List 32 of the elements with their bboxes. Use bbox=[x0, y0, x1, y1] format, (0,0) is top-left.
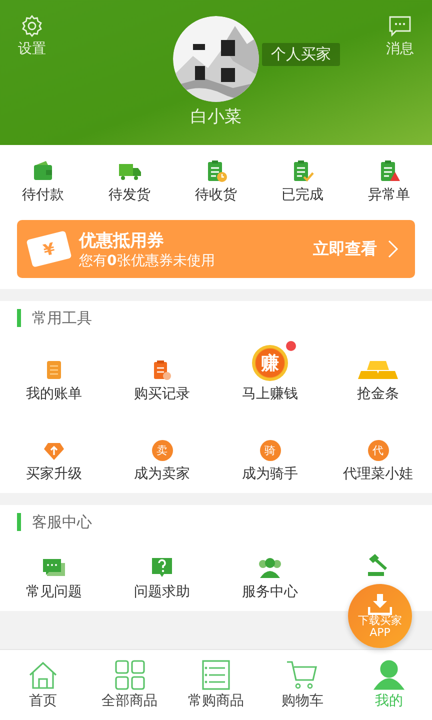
order-status-button[interactable]: 待发货 bbox=[90, 159, 170, 204]
badge-icon: 代 bbox=[368, 440, 388, 461]
tool-button[interactable]: 骑 成为骑手 bbox=[216, 413, 324, 483]
section-title: 常用工具 bbox=[17, 309, 432, 327]
tool-button[interactable]: 卖 成为卖家 bbox=[108, 413, 216, 483]
tab[interactable]: 购物车 bbox=[259, 650, 346, 720]
tool-button[interactable]: 我的账单 bbox=[0, 333, 108, 403]
service-button[interactable]: 问题求助 bbox=[108, 537, 216, 601]
order-status-button[interactable]: 待收货 bbox=[176, 159, 256, 204]
badge-icon: 骑 bbox=[260, 440, 280, 461]
badge-icon: 卖 bbox=[152, 440, 172, 461]
order-status-button[interactable]: 已完成 bbox=[262, 159, 342, 204]
coupon-title: 优惠抵用券 bbox=[79, 230, 164, 252]
order-status-button[interactable]: 待付款 bbox=[3, 159, 84, 204]
tab[interactable]: 首页 bbox=[0, 650, 86, 720]
service-button[interactable]: 常见问题 bbox=[0, 537, 108, 601]
coupon-subtitle: 您有0张优惠券未使用 bbox=[79, 252, 215, 270]
tool-button[interactable]: 代 代理菜小娃 bbox=[324, 413, 432, 483]
tool-button[interactable]: 买家升级 bbox=[0, 413, 108, 483]
tab[interactable]: 常购商品 bbox=[172, 650, 260, 720]
tool-button[interactable]: 赚 马上赚钱 bbox=[216, 333, 324, 403]
role-tag: 个人买家 bbox=[262, 43, 340, 66]
section-title: 客服中心 bbox=[17, 513, 432, 531]
ticket-icon: ¥ bbox=[26, 230, 72, 268]
tool-button[interactable]: 抢金条 bbox=[324, 333, 432, 403]
tool-button[interactable]: 购买记录 bbox=[108, 333, 216, 403]
order-status-button[interactable]: 异常单 bbox=[348, 159, 429, 204]
username: 白小菜 bbox=[190, 106, 242, 128]
tab[interactable]: 全部商品 bbox=[86, 650, 173, 720]
view-now-label: 立即查看 bbox=[313, 238, 377, 260]
coin-icon: 赚 bbox=[252, 345, 288, 381]
service-button[interactable]: 服务中心 bbox=[216, 537, 324, 601]
